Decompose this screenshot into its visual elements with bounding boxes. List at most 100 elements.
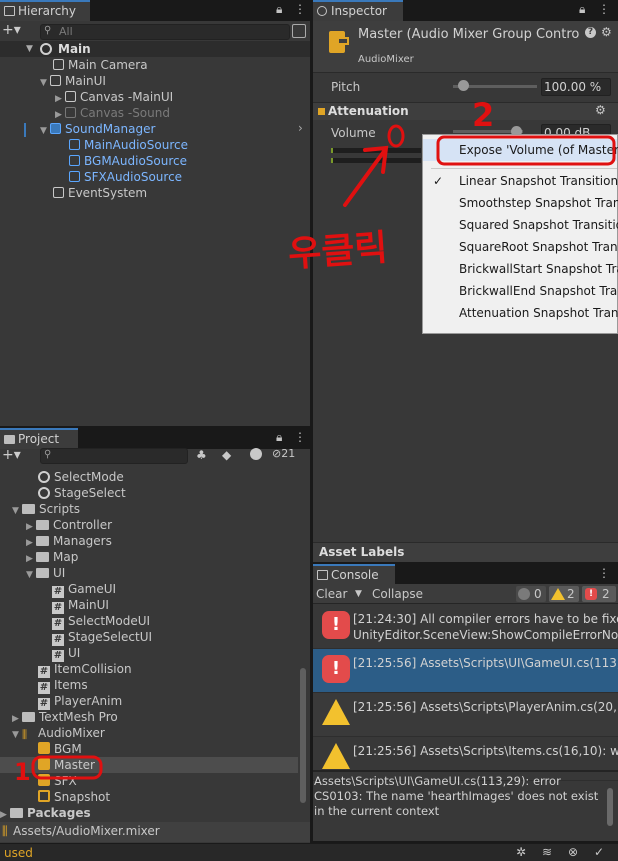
tree-item-sfxaudiosource[interactable]: SFXAudioSource <box>69 169 182 185</box>
project-item-sfx[interactable]: SFX <box>38 773 77 789</box>
add-button[interactable]: +▾ <box>2 22 21 38</box>
open-prefab-icon[interactable]: › <box>298 121 303 135</box>
help-icon[interactable]: ? <box>585 27 596 38</box>
tree-item-eventsystem[interactable]: EventSystem <box>53 185 147 201</box>
project-item-textmeshpro[interactable]: ▶ TextMesh Pro <box>12 709 118 725</box>
project-scrollbar[interactable] <box>300 668 306 803</box>
tab-project[interactable]: Project <box>0 428 78 449</box>
more-icon[interactable]: ⋮ <box>294 430 306 444</box>
attenuation-header[interactable]: Attenuation ⚙ <box>313 102 618 120</box>
project-item-scripts[interactable]: ▼ Scripts <box>12 501 80 517</box>
project-item-stageselectui[interactable]: # StageSelectUI <box>52 629 152 646</box>
project-item-audiomixer[interactable]: ▼ ⫼ AudioMixer <box>12 725 105 741</box>
tab-inspector[interactable]: Inspector <box>313 0 403 21</box>
clear-options-dropdown[interactable]: ▼ <box>355 585 362 603</box>
project-item-managers[interactable]: ▶ Managers <box>26 533 112 549</box>
more-icon[interactable]: ⋮ <box>294 2 306 16</box>
project-item-controller[interactable]: ▶ Controller <box>26 517 112 533</box>
database-icon[interactable]: ≋ <box>542 845 552 859</box>
log-filter-icon[interactable] <box>250 448 262 460</box>
scene-visibility-icon[interactable] <box>292 24 306 38</box>
settings-icon[interactable]: ⚙ <box>601 25 612 39</box>
error-filter-toggle[interactable]: ! 2 <box>582 586 616 602</box>
lock-icon[interactable]: 🔒︎ <box>276 430 282 445</box>
more-icon[interactable]: ⋮ <box>598 2 610 16</box>
project-item-snapshot[interactable]: Snapshot <box>38 789 110 805</box>
console-divider[interactable] <box>313 770 618 772</box>
collapse-arrow-icon[interactable]: ▶ <box>0 807 10 823</box>
console-entry[interactable]: [21:25:56] Assets\Scripts\PlayerAnim.cs(… <box>313 693 618 737</box>
expand-arrow-icon[interactable]: ▼ <box>40 75 50 91</box>
menu-item-brickwallend[interactable]: BrickwallEnd Snapshot Transi <box>423 280 618 302</box>
collapse-button[interactable]: Collapse <box>372 585 423 603</box>
tree-item-main[interactable]: ▼ Main <box>0 41 310 57</box>
menu-item-brickwallstart[interactable]: BrickwallStart Snapshot Trans <box>423 258 618 280</box>
warning-filter-toggle[interactable]: 2 <box>549 586 579 602</box>
search-by-type-icon[interactable]: ♣ <box>196 448 207 462</box>
annotation-marker-two: 2 <box>472 96 495 134</box>
tab-hierarchy[interactable]: Hierarchy <box>0 0 90 21</box>
clear-button[interactable]: Clear <box>316 585 347 603</box>
gameobject-icon <box>65 91 76 102</box>
project-item-selectmode[interactable]: SelectMode <box>38 469 124 485</box>
search-by-label-icon[interactable]: ◆ <box>222 448 231 462</box>
project-item-items[interactable]: # Items <box>38 677 88 694</box>
settings-icon[interactable]: ⚙ <box>595 103 606 117</box>
tree-item-main-camera[interactable]: Main Camera <box>53 57 148 73</box>
project-item-label: Controller <box>53 518 113 532</box>
project-item-ui-script[interactable]: # UI <box>52 645 80 662</box>
expand-arrow-icon[interactable]: ▼ <box>40 123 50 139</box>
project-item-itemcollision[interactable]: # ItemCollision <box>38 661 132 678</box>
tree-item-canvas-sound[interactable]: ▶ Canvas -Sound <box>55 105 170 121</box>
menu-item-smoothstep[interactable]: Smoothstep Snapshot Transi <box>423 192 618 214</box>
hierarchy-search-input[interactable]: All <box>40 24 290 40</box>
network-icon[interactable]: ⊗ <box>568 845 578 859</box>
menu-item-squareroot[interactable]: SquareRoot Snapshot Transit <box>423 236 618 258</box>
project-item-map[interactable]: ▶ Map <box>26 549 78 565</box>
project-item-master[interactable]: Master <box>0 757 298 773</box>
expand-arrow-icon[interactable]: ▼ <box>12 503 22 519</box>
bug-icon[interactable]: ✲ <box>516 845 526 859</box>
tree-item-canvas-mainui[interactable]: ▶ Canvas -MainUI <box>55 89 173 105</box>
tree-item-label: MainAudioSource <box>84 138 188 152</box>
check-circle-icon[interactable]: ✓ <box>594 845 604 859</box>
menu-item-expose-volume[interactable]: Expose 'Volume (of Master)' <box>423 139 618 161</box>
project-search-input[interactable] <box>40 448 188 464</box>
menu-item-linear[interactable]: ✓ Linear Snapshot Transition <box>423 170 618 192</box>
audio-mixer-group-icon-knob <box>337 37 349 45</box>
project-item-stageselect[interactable]: StageSelect <box>38 485 126 501</box>
console-detail-scrollbar[interactable] <box>607 788 613 826</box>
project-item-ui-folder[interactable]: ▼ UI <box>26 565 65 581</box>
tree-item-soundmanager[interactable]: ▼ SoundManager <box>40 121 155 137</box>
menu-item-squared[interactable]: Squared Snapshot Transition <box>423 214 618 236</box>
console-entry[interactable]: ! [21:24:30] All compiler errors have to… <box>313 605 618 649</box>
asset-labels-bar[interactable]: Asset Labels <box>313 542 618 562</box>
pitch-slider-handle[interactable] <box>458 80 469 91</box>
project-item-gameui[interactable]: # GameUI <box>52 581 116 598</box>
project-item-packages[interactable]: ▶ Packages <box>0 805 91 821</box>
error-count: 2 <box>602 587 610 601</box>
project-item-selectmodeui[interactable]: # SelectModeUI <box>52 613 150 630</box>
add-button[interactable]: +▾ <box>2 447 21 463</box>
lock-icon[interactable]: 🔒︎ <box>276 2 282 17</box>
hierarchy-tree: ▼ Main Main Camera ▼ MainUI ▶ Canvas -Main… <box>0 41 310 221</box>
pitch-value-field[interactable]: 100.00 % <box>541 78 611 96</box>
project-item-label: SelectMode <box>54 470 124 484</box>
project-item-bgm[interactable]: BGM <box>38 741 82 757</box>
info-filter-toggle[interactable]: 0 <box>516 586 546 602</box>
console-entry-text: [21:25:56] Assets\Scripts\Items.cs(16,10… <box>353 743 618 759</box>
menu-item-attenuation[interactable]: Attenuation Snapshot Transit <box>423 302 618 324</box>
more-icon[interactable]: ⋮ <box>598 566 610 580</box>
lock-icon[interactable]: 🔒︎ <box>579 2 585 17</box>
project-item-playeranim[interactable]: # PlayerAnim <box>38 693 122 710</box>
tree-item-mainui[interactable]: ▼ MainUI <box>40 73 106 89</box>
tree-item-mainaudiosource[interactable]: MainAudioSource <box>69 137 188 153</box>
console-entry-selected[interactable]: ! [21:25:56] Assets\Scripts\UI\GameUI.cs… <box>313 649 618 693</box>
expand-arrow-icon[interactable]: ▼ <box>12 727 22 743</box>
hidden-packages-toggle[interactable]: ⊘21 <box>272 447 295 460</box>
expand-arrow-icon[interactable]: ▼ <box>26 567 36 583</box>
project-item-mainui[interactable]: # MainUI <box>52 597 109 614</box>
tab-console[interactable]: Console <box>313 564 395 585</box>
tree-item-bgmaudiosource[interactable]: BGMAudioSource <box>69 153 187 169</box>
prefab-icon <box>69 139 80 150</box>
